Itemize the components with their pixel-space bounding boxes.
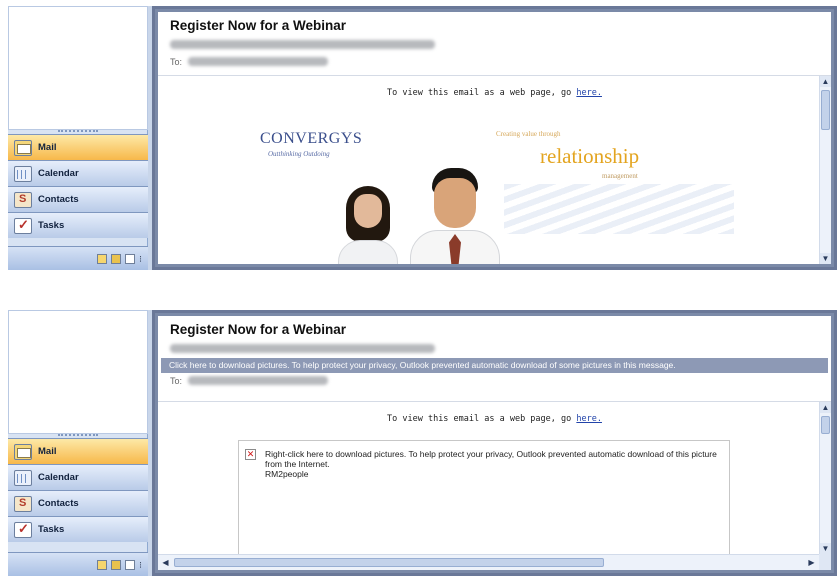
nav-footer-buttons: ⁝ [8, 552, 148, 576]
banner-tag-big: relationship [540, 144, 640, 168]
notes-icon[interactable] [97, 559, 108, 570]
web-view-note: To view this email as a web page, go her… [158, 88, 831, 98]
convergys-banner-image: CONVERGYS Outthinking Outdoing Creating … [254, 116, 734, 264]
reading-pane: Register Now for a Webinar To: To view t… [152, 6, 837, 270]
web-view-link[interactable]: here. [576, 414, 602, 424]
contacts-icon [14, 495, 32, 512]
scroll-down-icon[interactable]: ▼ [820, 253, 831, 264]
navigation-pane: Mail Calendar Contacts Tasks ⁝ [8, 6, 148, 270]
calendar-icon [14, 165, 32, 182]
scroll-down-icon[interactable]: ▼ [820, 543, 831, 554]
vertical-scrollbar[interactable]: ▲ ▼ [819, 402, 831, 554]
to-label: To: [170, 56, 183, 67]
banner-tag-sub: management [602, 172, 638, 180]
to-line: To: [170, 56, 819, 67]
reading-pane: Register Now for a Webinar Click here to… [152, 310, 837, 576]
configure-buttons-icon[interactable]: ⁝ [139, 560, 142, 570]
notes-icon[interactable] [97, 253, 108, 264]
message-body: To view this email as a web page, go her… [158, 76, 831, 264]
reading-pane-content: Register Now for a Webinar Click here to… [158, 316, 831, 570]
sender-redacted [170, 344, 435, 353]
outlook-window-images-blocked: Mail Calendar Contacts Tasks ⁝ Register … [8, 310, 837, 576]
download-pictures-infobar[interactable]: Click here to download pictures. To help… [161, 358, 828, 373]
nav-item-label: Calendar [38, 168, 79, 179]
sender-line [170, 343, 819, 354]
nav-item-label: Tasks [38, 524, 65, 535]
to-label: To: [170, 375, 183, 386]
message-subject: Register Now for a Webinar [170, 18, 347, 33]
folder-list-icon[interactable] [111, 559, 122, 570]
mail-icon [14, 139, 32, 156]
sender-redacted [170, 40, 435, 49]
nav-item-label: Contacts [38, 194, 79, 205]
banner-tag-small: Creating value through [496, 130, 561, 138]
woman-photo [336, 186, 400, 264]
nav-item-label: Calendar [38, 472, 79, 483]
nav-footer-buttons: ⁝ [8, 246, 148, 270]
message-header: Register Now for a Webinar To: [158, 12, 831, 76]
web-view-note-text: To view this email as a web page, go [387, 414, 577, 424]
scroll-thumb[interactable] [174, 558, 604, 567]
tasks-icon [14, 521, 32, 538]
message-body: To view this email as a web page, go her… [158, 402, 831, 570]
recipient-redacted [188, 376, 329, 385]
placeholder-message: Right-click here to download pictures. T… [265, 449, 717, 469]
mail-icon [14, 443, 32, 460]
scroll-up-icon[interactable]: ▲ [820, 76, 831, 87]
calendar-icon [14, 469, 32, 486]
logo-tagline: Outthinking Outdoing [268, 150, 330, 158]
nav-item-label: Mail [38, 142, 57, 153]
nav-item-mail[interactable]: Mail [8, 438, 148, 464]
folder-list-area [8, 310, 148, 434]
nav-item-label: Tasks [38, 220, 65, 231]
horizontal-scrollbar[interactable]: ◀ ▶ [158, 554, 819, 570]
scrollbar-corner [819, 554, 831, 570]
web-view-note: To view this email as a web page, go her… [158, 414, 831, 424]
placeholder-alt-text: RM2people [265, 469, 309, 479]
shortcuts-icon[interactable] [125, 559, 136, 570]
nav-item-calendar[interactable]: Calendar [8, 464, 148, 490]
scroll-thumb[interactable] [821, 416, 830, 434]
nav-item-label: Mail [38, 446, 57, 457]
reading-pane-content: Register Now for a Webinar To: To view t… [158, 12, 831, 264]
navigation-pane: Mail Calendar Contacts Tasks ⁝ [8, 310, 148, 576]
nav-item-mail[interactable]: Mail [8, 134, 148, 160]
message-header: Register Now for a Webinar Click here to… [158, 316, 831, 402]
blocked-image-placeholder[interactable]: ✕ Right-click here to download pictures.… [238, 440, 730, 570]
sender-line [170, 39, 819, 50]
shortcuts-icon[interactable] [125, 253, 136, 264]
folder-list-area [8, 6, 148, 130]
web-view-note-text: To view this email as a web page, go [387, 88, 577, 98]
convergys-logo: CONVERGYS [260, 130, 363, 147]
nav-item-contacts[interactable]: Contacts [8, 186, 148, 212]
outlook-window-images-shown: Mail Calendar Contacts Tasks ⁝ Register … [8, 6, 837, 270]
scroll-thumb[interactable] [821, 90, 830, 130]
nav-item-contacts[interactable]: Contacts [8, 490, 148, 516]
message-subject: Register Now for a Webinar [170, 322, 347, 337]
tasks-icon [14, 217, 32, 234]
vertical-scrollbar[interactable]: ▲ ▼ [819, 76, 831, 264]
broken-image-icon: ✕ [245, 449, 256, 460]
nav-item-tasks[interactable]: Tasks [8, 212, 148, 238]
nav-item-label: Contacts [38, 498, 79, 509]
recipient-redacted [188, 57, 329, 66]
folder-list-icon[interactable] [111, 253, 122, 264]
scroll-left-icon[interactable]: ◀ [160, 557, 171, 568]
scroll-right-icon[interactable]: ▶ [806, 557, 817, 568]
contacts-icon [14, 191, 32, 208]
configure-buttons-icon[interactable]: ⁝ [139, 254, 142, 264]
web-view-link[interactable]: here. [576, 88, 602, 98]
nav-item-calendar[interactable]: Calendar [8, 160, 148, 186]
scroll-up-icon[interactable]: ▲ [820, 402, 831, 413]
man-photo [410, 168, 500, 264]
to-line: To: [170, 375, 819, 386]
banner-swoosh-graphic [504, 184, 734, 234]
nav-item-tasks[interactable]: Tasks [8, 516, 148, 542]
